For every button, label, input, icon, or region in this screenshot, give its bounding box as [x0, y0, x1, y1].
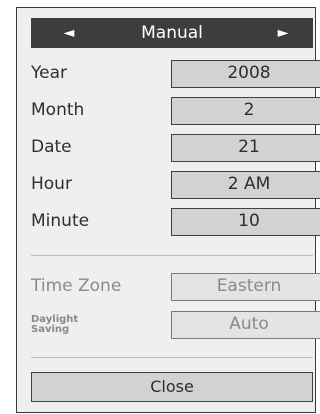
daylight-saving-label: Daylight Saving — [31, 315, 101, 337]
daylight-saving-field[interactable]: Auto — [171, 311, 320, 339]
mode-selector: ◄ Manual ► — [31, 18, 313, 48]
date-time-settings-panel: ◄ Manual ► Year 2008 Month 2 Date 21 Hou… — [16, 7, 320, 413]
time-zone-field[interactable]: Eastern — [171, 273, 320, 301]
hour-row: Hour 2 AM — [31, 169, 320, 199]
date-label: Date — [31, 137, 72, 157]
date-row: Date 21 — [31, 132, 320, 162]
minute-label: Minute — [31, 211, 90, 231]
month-row: Month 2 — [31, 95, 320, 125]
minute-row: Minute 10 — [31, 206, 320, 236]
date-field[interactable]: 21 — [171, 134, 320, 162]
month-label: Month — [31, 100, 85, 120]
time-zone-row: Time Zone Eastern — [31, 271, 320, 301]
year-label: Year — [31, 63, 67, 83]
hour-label: Hour — [31, 174, 72, 194]
next-arrow-icon[interactable]: ► — [263, 18, 303, 48]
divider — [31, 255, 313, 256]
divider — [31, 357, 313, 358]
daylight-saving-label-line2: Saving — [31, 324, 70, 335]
minute-field[interactable]: 10 — [171, 208, 320, 236]
daylight-saving-row: Daylight Saving Auto — [31, 309, 320, 339]
time-zone-label: Time Zone — [31, 276, 122, 296]
year-field[interactable]: 2008 — [171, 60, 320, 88]
month-field[interactable]: 2 — [171, 97, 320, 125]
close-button[interactable]: Close — [31, 372, 313, 402]
year-row: Year 2008 — [31, 58, 320, 88]
hour-field[interactable]: 2 AM — [171, 171, 320, 199]
